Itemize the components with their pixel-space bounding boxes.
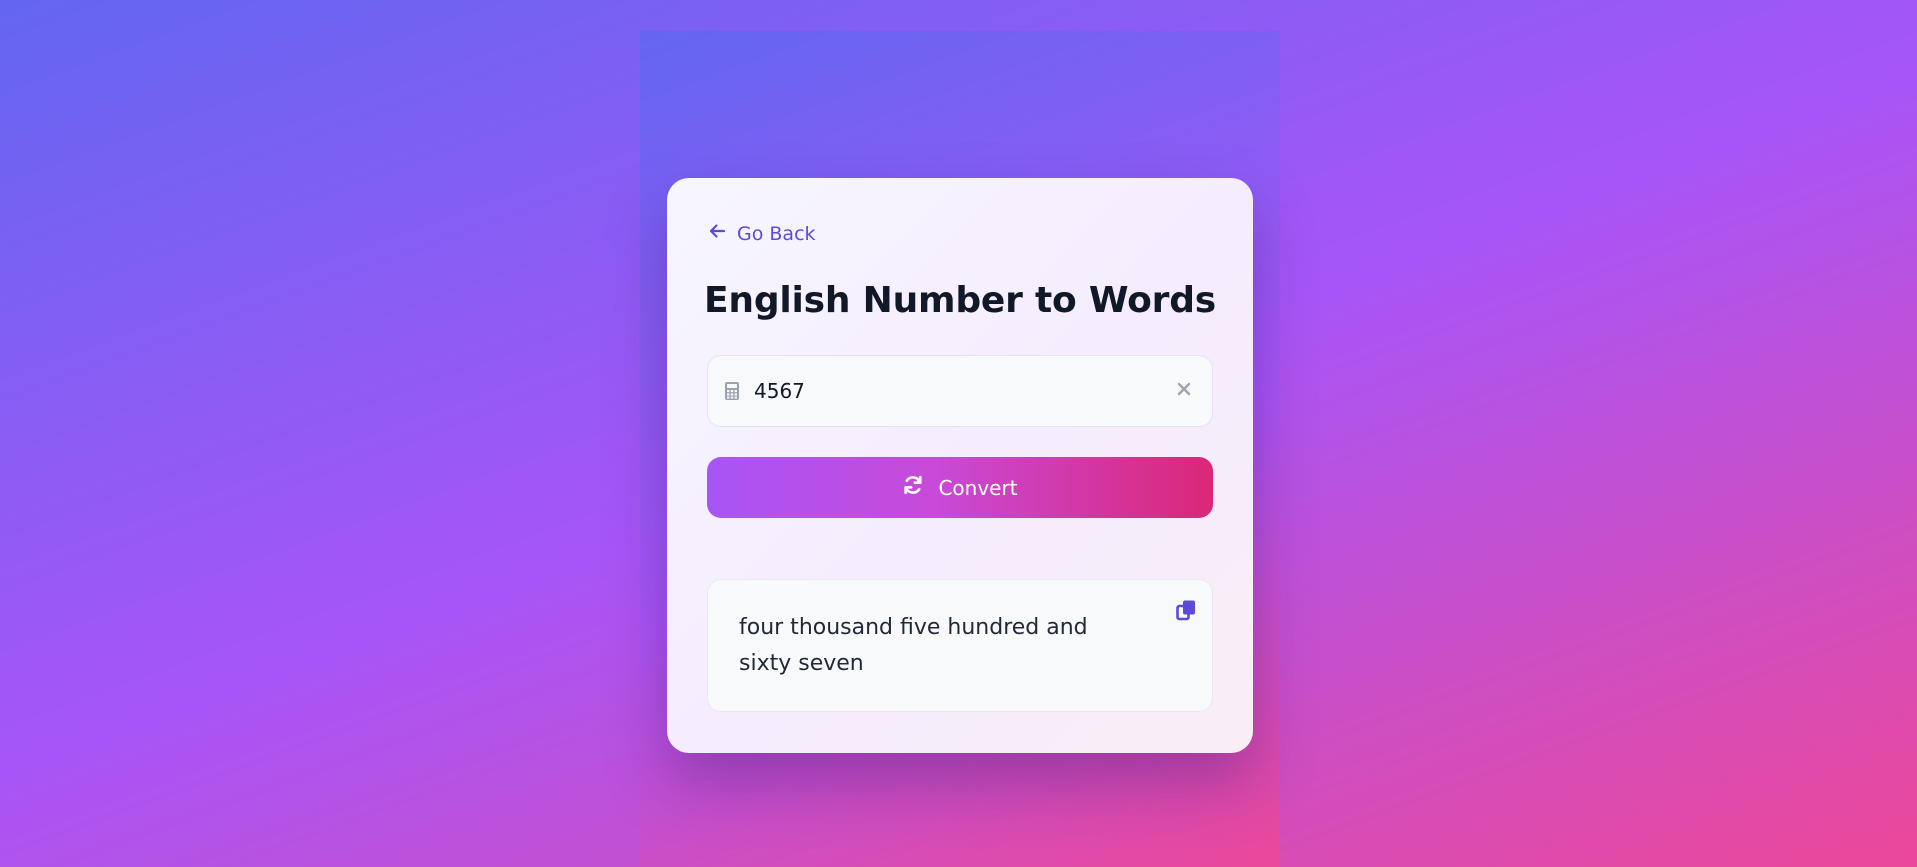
result-panel: four thousand five hundred and sixty sev…: [707, 579, 1213, 712]
result-text: four thousand five hundred and sixty sev…: [739, 615, 1088, 676]
copy-icon: [1175, 599, 1197, 625]
go-back-label: Go Back: [737, 222, 816, 245]
go-back-link[interactable]: Go Back: [707, 221, 816, 246]
clear-button[interactable]: [1164, 371, 1204, 411]
arrow-left-icon: [707, 221, 727, 246]
copy-button[interactable]: [1172, 598, 1200, 626]
calculator-icon: [722, 381, 742, 401]
converter-card: Go Back English Number to Words 4567 Con…: [667, 178, 1253, 753]
number-input-container: [707, 355, 1213, 427]
convert-label: Convert: [938, 475, 1018, 500]
page-title: English Number to Words: [704, 280, 1216, 321]
refresh-icon: [902, 474, 924, 501]
number-input[interactable]: [754, 371, 1164, 411]
convert-button[interactable]: Convert: [707, 457, 1213, 518]
close-icon: [1176, 381, 1192, 401]
